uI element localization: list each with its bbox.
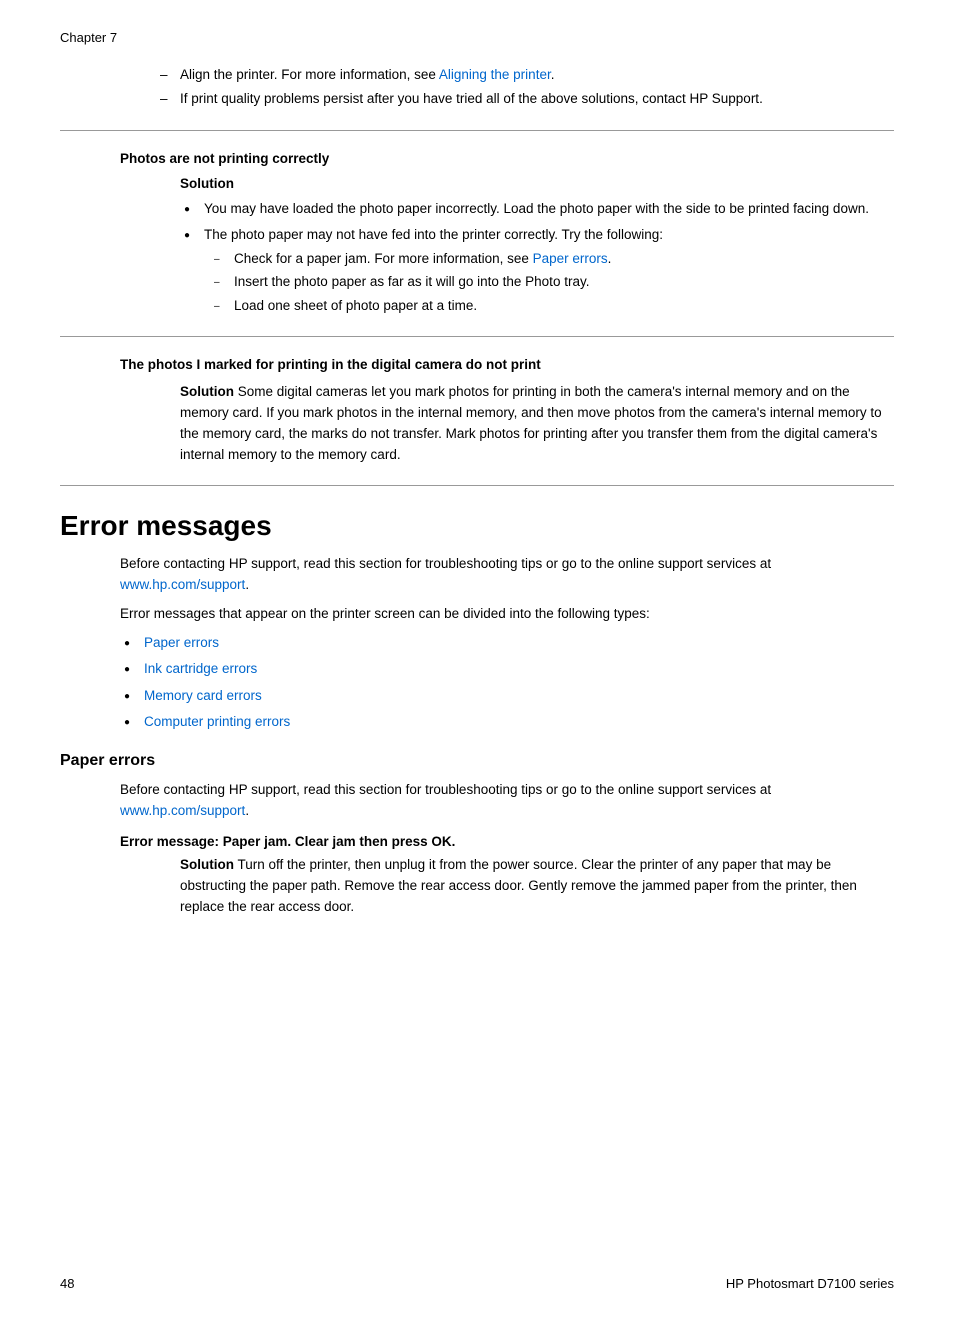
- paper-errors-heading: Paper errors: [60, 752, 894, 770]
- chapter-header: Chapter 7: [60, 30, 894, 45]
- memory-card-errors-link[interactable]: Memory card errors: [144, 688, 262, 703]
- page-number: 48: [60, 1276, 74, 1291]
- photos-bullet-2: The photo paper may not have fed into th…: [180, 225, 894, 316]
- error-messages-intro-2: Error messages that appear on the printe…: [120, 604, 894, 625]
- photos-sub-list: Check for a paper jam. For more informat…: [204, 249, 894, 316]
- page: Chapter 7 Align the printer. For more in…: [0, 0, 954, 1321]
- error-messages-intro-1: Before contacting HP support, read this …: [120, 554, 894, 596]
- photos-sub-bullet-2: Insert the photo paper as far as it will…: [204, 272, 894, 292]
- solution-subheading-1: Solution: [180, 176, 894, 191]
- photos-sub-bullet-3: Load one sheet of photo paper at a time.: [204, 296, 894, 316]
- error-messages-intro: Before contacting HP support, read this …: [120, 554, 894, 732]
- hp-support-link-2[interactable]: www.hp.com/support: [120, 803, 245, 818]
- aligning-printer-link[interactable]: Aligning the printer: [439, 67, 551, 82]
- divider-3: [60, 485, 894, 486]
- product-name: HP Photosmart D7100 series: [726, 1276, 894, 1291]
- error-types-list: Paper errors Ink cartridge errors Memory…: [120, 633, 894, 732]
- paper-errors-section: Paper errors Before contacting HP suppor…: [60, 752, 894, 918]
- photos-dot-list: You may have loaded the photo paper inco…: [180, 199, 894, 316]
- photos-solution-content: You may have loaded the photo paper inco…: [180, 199, 894, 316]
- error-type-paper: Paper errors: [120, 633, 894, 653]
- paper-errors-intro: Before contacting HP support, read this …: [120, 780, 894, 822]
- error-messages-heading: Error messages: [60, 510, 894, 542]
- photos-not-printing-section: Photos are not printing correctly Soluti…: [120, 151, 894, 316]
- paper-jam-solution-text: Turn off the printer, then unplug it fro…: [180, 857, 857, 914]
- digital-camera-heading: The photos I marked for printing in the …: [120, 357, 894, 372]
- top-bullets-section: Align the printer. For more information,…: [160, 65, 894, 110]
- photos-bullet-1: You may have loaded the photo paper inco…: [180, 199, 894, 219]
- footer: 48 HP Photosmart D7100 series: [60, 1276, 894, 1291]
- solution-label-2: Solution: [180, 384, 234, 399]
- error-type-computer: Computer printing errors: [120, 712, 894, 732]
- error-type-memory: Memory card errors: [120, 686, 894, 706]
- digital-camera-solution-text: Some digital cameras let you mark photos…: [180, 384, 882, 462]
- paper-jam-heading: Error message: Paper jam. Clear jam then…: [120, 834, 894, 849]
- divider-1: [60, 130, 894, 131]
- divider-2: [60, 336, 894, 337]
- paper-jam-solution: Solution Turn off the printer, then unpl…: [180, 855, 894, 918]
- top-bullet-list: Align the printer. For more information,…: [160, 65, 894, 110]
- ink-cartridge-errors-link[interactable]: Ink cartridge errors: [144, 661, 257, 676]
- top-bullet-1: Align the printer. For more information,…: [160, 65, 894, 85]
- paper-jam-error-block: Error message: Paper jam. Clear jam then…: [120, 834, 894, 918]
- paper-errors-content: Before contacting HP support, read this …: [120, 780, 894, 918]
- solution-label-3: Solution: [180, 857, 234, 872]
- hp-support-link-1[interactable]: www.hp.com/support: [120, 577, 245, 592]
- top-bullet-2: If print quality problems persist after …: [160, 89, 894, 109]
- chapter-label: Chapter 7: [60, 30, 117, 45]
- photos-sub-bullet-1: Check for a paper jam. For more informat…: [204, 249, 894, 269]
- paper-errors-link-2[interactable]: Paper errors: [144, 635, 219, 650]
- computer-printing-errors-link[interactable]: Computer printing errors: [144, 714, 290, 729]
- paper-errors-link-1[interactable]: Paper errors: [533, 251, 608, 266]
- photos-not-printing-heading: Photos are not printing correctly: [120, 151, 894, 166]
- digital-camera-section: The photos I marked for printing in the …: [120, 357, 894, 466]
- error-type-ink: Ink cartridge errors: [120, 659, 894, 679]
- digital-camera-solution: Solution Some digital cameras let you ma…: [180, 382, 894, 466]
